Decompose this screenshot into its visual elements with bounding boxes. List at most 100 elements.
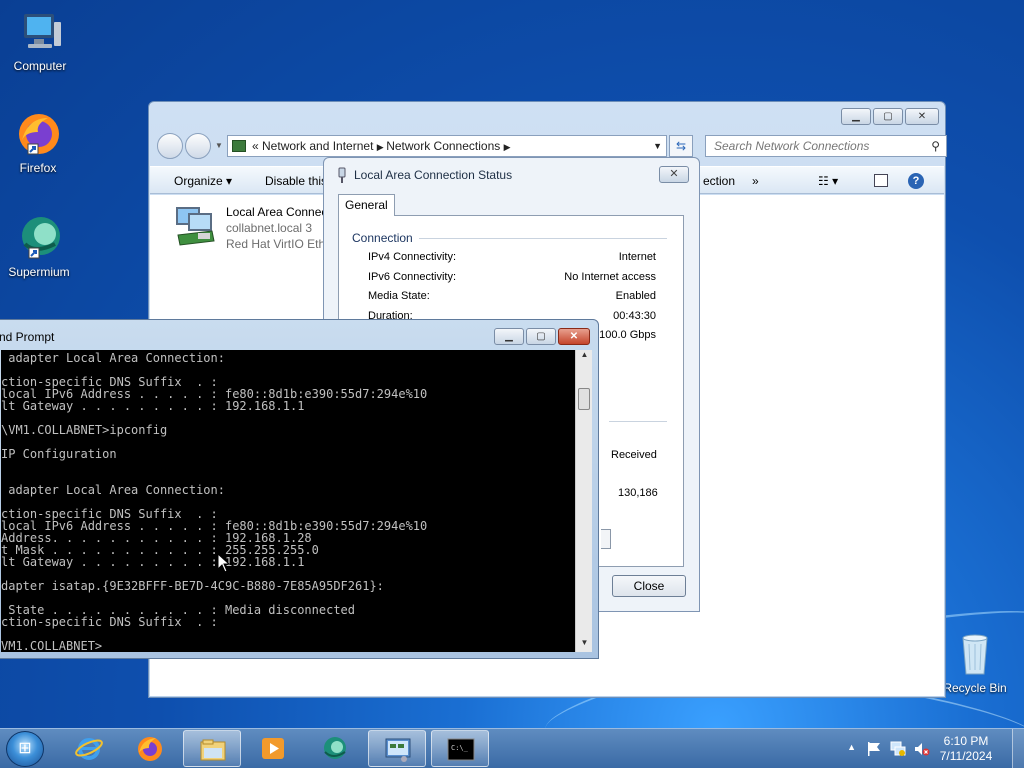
internet-explorer-icon: [75, 738, 103, 760]
taskbar-windows-explorer[interactable]: [183, 730, 241, 767]
cmd-maximize-button[interactable]: ▢: [526, 328, 556, 345]
start-button[interactable]: ⊞: [6, 731, 44, 767]
network-tray-icon[interactable]: [890, 741, 906, 757]
scroll-up-icon[interactable]: ▲: [576, 350, 593, 364]
media-player-icon: [262, 738, 284, 759]
stat-label: IPv4 Connectivity:: [368, 251, 457, 263]
back-button[interactable]: [157, 133, 183, 159]
console-line: lt Gateway . . . . . . . . . : 192.168.1…: [1, 555, 305, 569]
console-line: IP Configuration: [1, 447, 117, 461]
cmd-close-button[interactable]: ✕: [558, 328, 590, 345]
minimize-button[interactable]: ▁: [841, 108, 871, 125]
desktop-icon-computer[interactable]: Computer: [2, 8, 78, 73]
taskbar-command-prompt[interactable]: C:\_: [431, 730, 489, 767]
recycle-bin-icon: [951, 630, 999, 678]
disable-device-button[interactable]: Disable this: [265, 167, 327, 195]
maximize-button[interactable]: ▢: [873, 108, 903, 125]
console-line: adapter Local Area Connection:: [1, 351, 225, 365]
breadcrumb-network-and-internet[interactable]: Network and Internet: [262, 139, 373, 153]
desktop-icon-label: Computer: [13, 59, 67, 73]
chevron-left-icon: «: [252, 139, 263, 153]
scroll-thumb[interactable]: [578, 388, 590, 410]
command-prompt-window[interactable]: nd Prompt ▁ ▢ ✕ adapter Local Area Conne…: [0, 319, 599, 659]
cmd-title: nd Prompt: [0, 330, 55, 344]
taskbar: ⊞ C:\_ ▲ 6:10 PM 7/11/2024: [0, 728, 1024, 768]
cmd-console-output[interactable]: adapter Local Area Connection: ction-spec…: [1, 350, 575, 652]
taskbar-media-player[interactable]: [244, 730, 302, 767]
volume-muted-icon[interactable]: [914, 741, 930, 757]
show-hidden-icons[interactable]: ▲: [847, 742, 856, 752]
group-divider: [419, 238, 667, 239]
console-line: \VM1.COLLABNET>ipconfig: [1, 423, 168, 437]
change-view-icon[interactable]: ☷ ▾: [818, 167, 838, 195]
clock[interactable]: 6:10 PM 7/11/2024: [930, 734, 1002, 764]
diagnose-button-edge[interactable]: [601, 529, 611, 549]
close-dialog-button[interactable]: Close: [612, 575, 686, 597]
connection-adapter: Red Hat VirtIO Ethe: [226, 237, 332, 251]
network-adapter-icon: [176, 207, 215, 246]
stat-value: 00:43:30: [613, 310, 656, 322]
organize-menu[interactable]: Organize ▾: [174, 167, 232, 195]
console-line: adapter Local Area Connection:: [1, 483, 225, 497]
breadcrumb-separator-icon: ▶: [503, 142, 511, 152]
speed-value: 100.0 Gbps: [599, 329, 656, 341]
taskbar-firefox[interactable]: [121, 730, 179, 767]
search-placeholder: Search Network Connections: [714, 139, 870, 153]
breadcrumb-network-connections[interactable]: Network Connections: [386, 139, 500, 153]
ipv6-connectivity-row: IPv6 Connectivity: No Internet access: [368, 271, 656, 287]
network-folder-icon: [232, 140, 246, 152]
clock-time: 6:10 PM: [943, 734, 989, 748]
connection-group-label: Connection: [352, 231, 417, 245]
connection-network: collabnet.local 3: [226, 221, 313, 235]
network-connections-icon: [385, 738, 411, 762]
received-value: 130,186: [618, 487, 658, 499]
more-commands-icon[interactable]: »: [752, 167, 759, 195]
stat-label: IPv6 Connectivity:: [368, 271, 457, 283]
taskbar-supermium[interactable]: [306, 730, 364, 767]
desktop-icon-recycle-bin[interactable]: Recycle Bin: [937, 630, 1013, 695]
folder-icon: [200, 739, 226, 761]
computer-icon: [16, 8, 64, 56]
supermium-icon: [324, 737, 346, 759]
connection-item-local-area[interactable]: Local Area Connec collabnet.local 3 Red …: [170, 201, 332, 253]
help-icon[interactable]: ?: [908, 173, 924, 189]
connection-name: Local Area Connec: [226, 205, 328, 219]
console-line: VM1.COLLABNET>: [1, 639, 103, 652]
show-desktop-button[interactable]: [1012, 729, 1024, 768]
scroll-down-icon[interactable]: ▼: [576, 638, 593, 652]
clock-date: 7/11/2024: [939, 749, 993, 763]
close-button[interactable]: ✕: [905, 108, 939, 125]
stat-label: Media State:: [368, 290, 430, 302]
address-dropdown-icon[interactable]: ▼: [653, 136, 662, 156]
desktop-icon-supermium[interactable]: Supermium: [1, 214, 77, 279]
search-input[interactable]: Search Network Connections ⚲: [705, 135, 947, 157]
address-bar[interactable]: « Network and Internet ▶ Network Connect…: [227, 135, 667, 157]
console-line: lt Gateway . . . . . . . . . : 192.168.1…: [1, 399, 305, 413]
desktop-icon-label: Recycle Bin: [943, 681, 1007, 695]
svg-text:C:\_: C:\_: [451, 744, 469, 752]
taskbar-network-status[interactable]: [368, 730, 426, 767]
tab-general[interactable]: General: [338, 194, 395, 216]
supermium-icon: [15, 214, 63, 262]
media-state-row: Media State: Enabled: [368, 290, 656, 306]
stat-value: No Internet access: [564, 271, 656, 283]
forward-button[interactable]: [185, 133, 211, 159]
dialog-close-button[interactable]: ✕: [659, 166, 689, 183]
activity-divider: [609, 421, 667, 422]
cmd-minimize-button[interactable]: ▁: [494, 328, 524, 345]
search-icon[interactable]: ⚲: [931, 136, 940, 156]
action-center-flag-icon[interactable]: [866, 741, 882, 757]
ipv4-connectivity-row: IPv4 Connectivity: Internet: [368, 251, 656, 267]
refresh-icon[interactable]: ⇆: [669, 135, 693, 157]
toolbar-partial-label[interactable]: ection: [703, 167, 735, 195]
desktop-icon-firefox[interactable]: Firefox: [0, 110, 76, 175]
cmd-scrollbar[interactable]: ▲ ▼: [575, 350, 592, 652]
desktop-icon-label: Firefox: [19, 161, 57, 175]
received-label: Received: [611, 449, 657, 461]
stat-value: Enabled: [615, 290, 656, 302]
recent-pages-icon[interactable]: ▼: [215, 141, 223, 150]
preview-pane-icon[interactable]: [874, 174, 888, 187]
address-row: ▼ « Network and Internet ▶ Network Conne…: [157, 133, 947, 159]
command-prompt-icon: C:\_: [447, 738, 475, 761]
taskbar-internet-explorer[interactable]: [60, 730, 118, 767]
